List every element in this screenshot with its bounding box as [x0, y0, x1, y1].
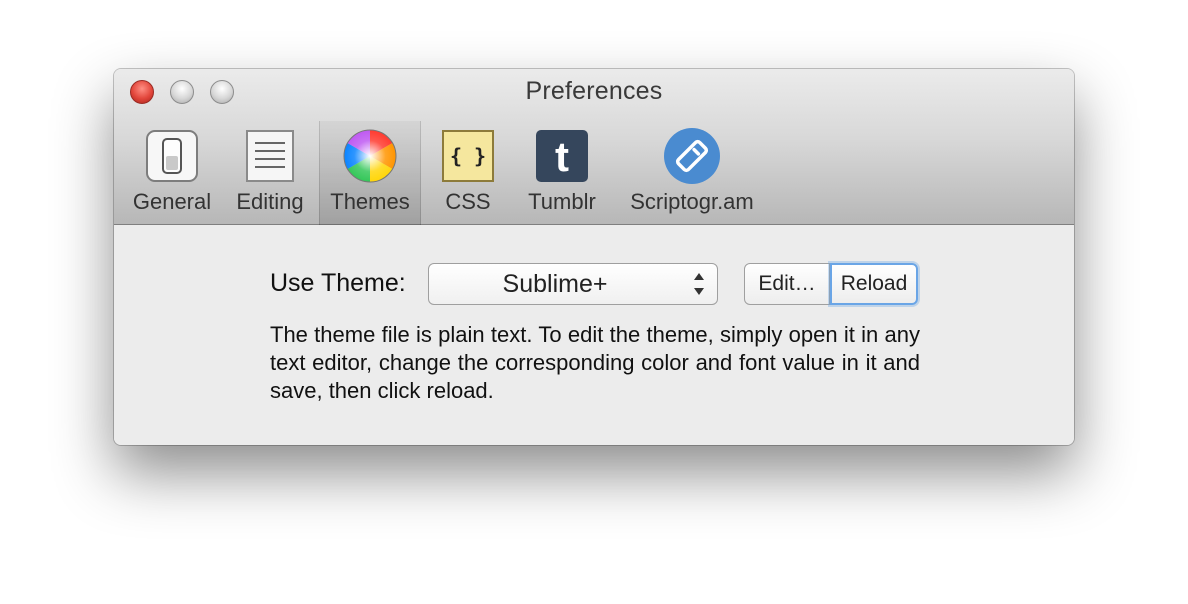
theme-help-text: The theme file is plain text. To edit th… [270, 322, 920, 403]
svg-text:{ }: { } [450, 144, 486, 168]
toolbar-label-scriptogram: Scriptogr.am [630, 189, 754, 214]
themes-pane: Use Theme: Sublime+ Edit… Reload The the… [114, 225, 1074, 445]
toolbar-label-tumblr: Tumblr [528, 189, 596, 214]
screen: Preferences General Editing Themes {} C… [0, 0, 1188, 604]
toolbar-item-general[interactable]: General [126, 121, 218, 225]
toolbar-item-css[interactable]: { } CSS [424, 121, 512, 225]
edit-button[interactable]: Edit… [744, 263, 830, 305]
preferences-window: Preferences General Editing Themes {} C… [114, 69, 1074, 445]
toolbar-label-css: CSS [445, 189, 491, 214]
toolbar-item-tumblr[interactable]: t Tumblr [516, 121, 608, 225]
reload-button[interactable]: Reload [830, 263, 918, 305]
selected-theme-value: Sublime+ [502, 270, 608, 298]
theme-popup-button[interactable]: Sublime+ [428, 263, 718, 305]
toolbar-label-general: General [132, 189, 212, 214]
use-theme-label: Use Theme: [270, 269, 406, 297]
toolbar-item-editing[interactable]: Editing [224, 121, 316, 225]
general-switch-icon [145, 129, 199, 183]
toolbar-label-themes: Themes [330, 189, 410, 214]
tumblr-icon: t [535, 129, 589, 183]
toolbar-item-themes[interactable]: Themes [319, 121, 421, 225]
css-braces-icon: { } [441, 129, 495, 183]
color-wheel-icon [343, 129, 397, 183]
toolbar-label-editing: Editing [236, 189, 304, 214]
title-toolbar-area: Preferences General Editing Themes {} C… [114, 69, 1074, 225]
editing-document-icon [243, 129, 297, 183]
up-down-arrows-icon [689, 270, 709, 298]
window-title: Preferences [525, 77, 663, 105]
scriptogram-icon [663, 127, 721, 185]
svg-text:t: t [555, 133, 569, 180]
toolbar-item-scriptogram[interactable]: Scriptogr.am [614, 121, 770, 225]
